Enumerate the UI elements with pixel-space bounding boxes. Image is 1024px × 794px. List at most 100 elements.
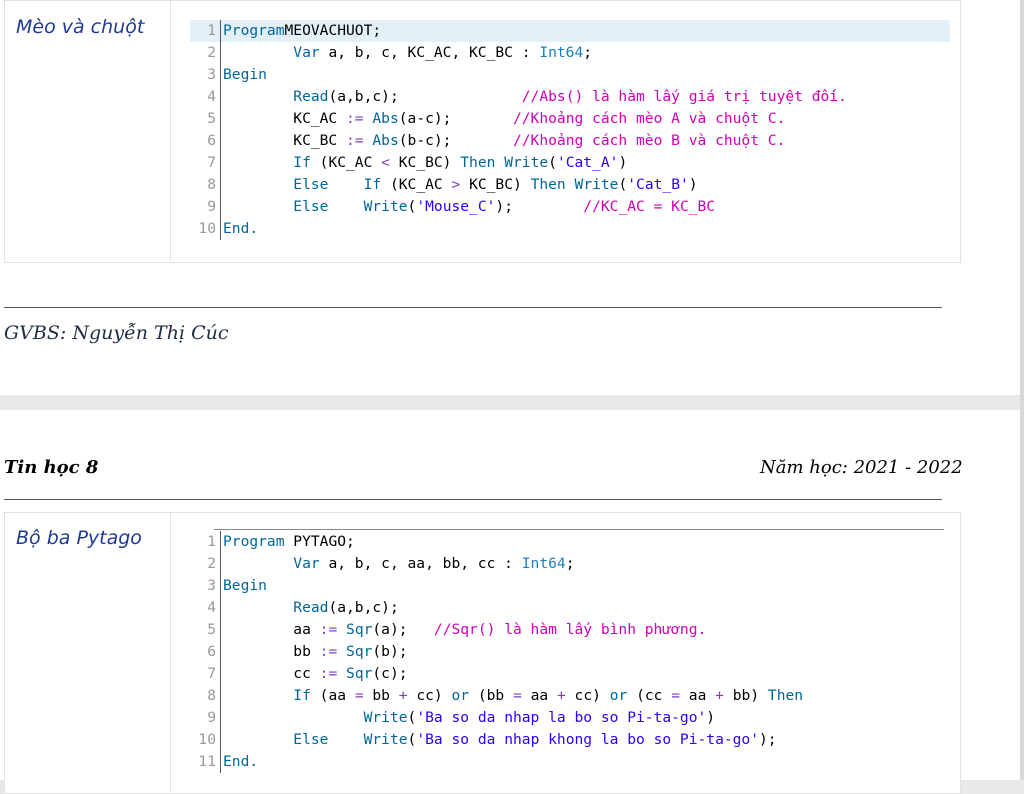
code-token: ;	[583, 44, 593, 61]
code-token: (b-c);	[398, 132, 513, 149]
code-line: 4 Read(a,b,c); //Abs() là hàm lấy giá tr…	[190, 86, 950, 108]
code-token: Begin	[223, 577, 267, 594]
gutter-line	[220, 86, 221, 108]
code-token: //Abs() là hàm lấy giá trị tuyệt đối.	[521, 88, 847, 105]
line-number: 4	[207, 88, 216, 105]
page-bottom: Tin học 8 Năm học: 2021 - 2022 Bộ ba Pyt…	[0, 410, 1020, 794]
code-token: cc)	[407, 687, 452, 704]
gutter-line	[220, 130, 221, 152]
code-token: KC_BC)	[460, 176, 531, 193]
code-token: aa	[223, 621, 320, 638]
code-token: If	[363, 176, 382, 193]
gutter-line	[220, 108, 221, 130]
code-token: :=	[319, 665, 338, 682]
code-line: 5 KC_AC := Abs(a-c); //Khoảng cách mèo A…	[190, 108, 950, 130]
code-line: 9 Write('Ba so da nhap la bo so Pi-ta-go…	[190, 707, 950, 729]
code-token: //Sqr() là hàm lấy bình phương.	[433, 621, 707, 638]
code-token: Program	[223, 533, 285, 550]
problem1-title: Mèo và chuột	[16, 16, 145, 38]
code-token: (a);	[372, 621, 434, 638]
code-token: KC_BC	[223, 132, 347, 149]
gutter-line	[220, 531, 221, 553]
code-token: (a,b,c);	[328, 599, 399, 616]
code-token: Sqr	[346, 643, 373, 660]
subject-heading: Tin học 8	[4, 457, 99, 478]
line-number: 8	[207, 687, 216, 704]
code-token: Read	[293, 599, 329, 616]
code-line: 9 Else Write('Mouse_C'); //KC_AC = KC_BC	[190, 196, 950, 218]
code-token: (	[618, 176, 628, 193]
line-number: 5	[207, 110, 216, 127]
code-token: :=	[319, 643, 338, 660]
gutter-line	[220, 751, 221, 773]
code-token: 'Mouse_C'	[416, 198, 496, 215]
gutter-line	[220, 663, 221, 685]
code-token: bb	[363, 687, 399, 704]
code-token: End.	[223, 753, 259, 770]
line-number: 2	[207, 44, 216, 61]
code-token: :=	[346, 132, 364, 149]
code-token: a, b, c, KC_AC, KC_BC :	[319, 44, 540, 61]
code-token: Sqr	[346, 665, 373, 682]
code-token: Var	[293, 44, 320, 61]
page-top: Mèo và chuột 1 ProgramMEOVACHUOT; 2 Var a,…	[0, 0, 1020, 395]
code-token: )	[618, 154, 628, 171]
code-token: If	[293, 154, 311, 171]
gutter-line	[220, 597, 221, 619]
code-token: +	[715, 687, 724, 704]
code-token: ;	[565, 555, 575, 572]
gutter-line	[220, 641, 221, 663]
code-token: KC_BC)	[389, 154, 461, 171]
line-number: 4	[207, 599, 216, 616]
code-token: Abs	[372, 132, 399, 149]
code-token: (a,b,c);	[328, 88, 399, 105]
problem2-code-listing: 1 Program PYTAGO; 2 Var a, b, c, aa, bb, c…	[190, 531, 950, 775]
code-token: //Khoảng cách mèo A và chuột C.	[512, 110, 786, 127]
code-line: 11 End.	[190, 751, 950, 773]
code-line: 4 Read(a,b,c);	[190, 597, 950, 619]
gutter-line	[220, 64, 221, 86]
line-number: 11	[198, 753, 216, 770]
line-number: 2	[207, 555, 216, 572]
code-token: );	[495, 198, 584, 215]
code-token: (KC_AC	[381, 176, 452, 193]
code-token: Then	[767, 687, 804, 704]
code-line: 7 cc := Sqr(c);	[190, 663, 950, 685]
line-number: 7	[207, 154, 216, 171]
gutter-line	[220, 685, 221, 707]
code-token: :=	[346, 110, 364, 127]
gutter-line	[220, 174, 221, 196]
code-line: 8 If (aa = bb + cc) or (bb = aa + cc) or…	[190, 685, 950, 707]
code-token: +	[398, 687, 408, 704]
code-token: >	[451, 176, 461, 193]
code-token: Then	[460, 154, 496, 171]
code-token: Write	[363, 731, 408, 748]
school-year: Năm học: 2021 - 2022	[760, 457, 963, 478]
line-number: 10	[198, 220, 216, 237]
line-number: 9	[207, 709, 216, 726]
code-token: //Khoảng cách mèo B và chuột C.	[512, 132, 786, 149]
gutter-line	[220, 553, 221, 575]
code-line: 8 Else If (KC_AC > KC_BC) Then Write('Ca…	[190, 174, 950, 196]
code-token: (a-c);	[398, 110, 513, 127]
code-token: Write	[504, 154, 549, 171]
code-token: =	[513, 687, 522, 704]
problem2-title: Bộ ba Pytago	[16, 527, 142, 549]
gutter-line	[220, 196, 221, 218]
code-token: Int64	[521, 555, 566, 572]
code-token: 'Ba so da nhap khong la bo so Pi-ta-go'	[416, 731, 760, 748]
code-token: MEOVACHUOT;	[284, 22, 382, 39]
code-line: 3 Begin	[190, 575, 950, 597]
code-line: 3 Begin	[190, 64, 950, 86]
code-line: 1 Program PYTAGO;	[190, 531, 950, 553]
